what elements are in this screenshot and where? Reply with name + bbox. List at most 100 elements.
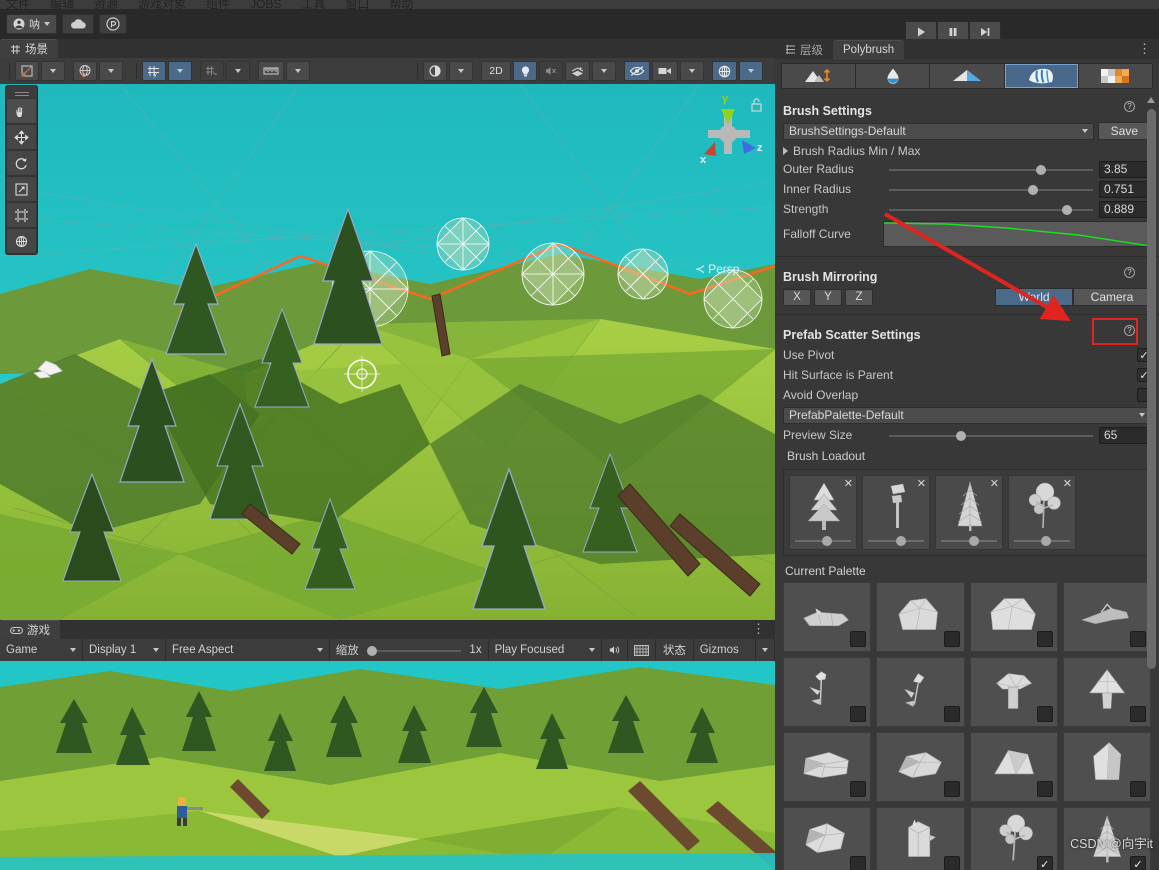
palette-checkbox[interactable] (850, 631, 867, 647)
audio-toggle-button[interactable] (539, 61, 563, 81)
scene-axis-gizmo[interactable]: y z x (690, 92, 770, 192)
camera-settings-button[interactable] (652, 61, 678, 81)
menu-item-gameobject[interactable]: 游戏对象 (138, 0, 186, 9)
remove-icon[interactable]: ✕ (917, 477, 926, 490)
palette-preset-dropdown[interactable]: PrefabPalette-Default (783, 406, 1151, 424)
palette-cell-log[interactable] (783, 582, 872, 652)
mode-prefab-scatter-tab[interactable] (1004, 64, 1079, 88)
loadout-weight-knob[interactable] (969, 536, 979, 546)
fx-dropdown[interactable] (592, 61, 616, 81)
palette-cell-rock-round[interactable] (783, 807, 872, 870)
mode-sculpt-tab[interactable] (782, 64, 857, 88)
grid-snap-button[interactable]: y (142, 61, 166, 81)
palette-cell-stump[interactable] (876, 807, 965, 870)
palette-checkbox[interactable] (943, 856, 960, 870)
inner-radius-field[interactable]: 0.751 (1099, 180, 1151, 198)
play-mode-select[interactable]: Play Focused (487, 639, 603, 661)
palette-checkbox[interactable] (850, 781, 867, 797)
remove-icon[interactable]: ✕ (1063, 477, 1072, 490)
outer-radius-slider[interactable] (889, 161, 1093, 178)
mode-flatten-tab[interactable] (930, 64, 1005, 88)
mute-audio-button[interactable] (602, 639, 629, 661)
falloff-curve-field[interactable] (883, 221, 1151, 247)
snap-increment-button[interactable] (200, 61, 224, 81)
loadout-cell-fir[interactable]: ✕ (935, 475, 1003, 550)
slider-knob[interactable] (1027, 184, 1038, 195)
slider-knob[interactable] (956, 430, 967, 441)
scroll-up-arrow-icon[interactable] (1147, 97, 1155, 103)
preview-size-field[interactable]: 65 (1099, 426, 1151, 444)
loadout-weight-knob[interactable] (1040, 536, 1051, 546)
pivot-mode-button[interactable] (15, 61, 39, 81)
mode-smooth-tab[interactable] (856, 64, 931, 88)
mode-texture-paint-tab[interactable] (1078, 64, 1152, 88)
menu-item-jobs[interactable]: JOBS (250, 0, 281, 9)
services-button[interactable] (99, 14, 127, 34)
loadout-weight-knob[interactable] (821, 536, 832, 546)
menu-item-assets[interactable]: 资源 (94, 0, 118, 9)
gizmos-button[interactable] (712, 61, 737, 81)
camera-dropdown[interactable] (680, 61, 704, 81)
palette-cell-rock-low[interactable] (876, 732, 965, 802)
mirror-space-world-button[interactable]: World (995, 288, 1073, 306)
cloud-button[interactable] (62, 14, 94, 34)
palette-checkbox[interactable] (1130, 706, 1146, 722)
palette-drag-handle[interactable] (6, 86, 37, 98)
transform-tool-button[interactable] (6, 228, 37, 254)
palette-cell-rock-wedge[interactable] (969, 732, 1058, 802)
inner-radius-slider[interactable] (889, 181, 1093, 198)
palette-cell-flower-a[interactable] (783, 657, 872, 727)
palette-cell-rock-slab[interactable] (783, 732, 872, 802)
slider-knob[interactable] (1035, 164, 1046, 175)
strength-slider[interactable] (889, 201, 1093, 218)
palette-checkbox[interactable] (1036, 781, 1053, 797)
mirror-z-button[interactable]: Z (845, 288, 873, 306)
save-button[interactable]: Save (1097, 122, 1151, 140)
gizmos-toggle-button[interactable]: Gizmos (694, 639, 755, 661)
tab-hierarchy[interactable]: 层级 (775, 40, 833, 59)
pivot-mode-dropdown[interactable] (41, 61, 65, 81)
menu-item-edit[interactable]: 编辑 (50, 0, 74, 9)
tab-scene[interactable]: 场景 (0, 39, 58, 58)
palette-cell-boulder-b[interactable] (969, 582, 1058, 652)
slider-knob[interactable] (1062, 204, 1073, 215)
stats-label-button[interactable]: 状态 (656, 639, 694, 661)
handle-space-dropdown[interactable] (99, 61, 123, 81)
panel-kebab-menu[interactable]: ⋮ (1138, 41, 1151, 57)
loadout-cell-pine[interactable]: ✕ (789, 475, 857, 550)
palette-cell-flower-b[interactable] (876, 657, 965, 727)
gizmos-dropdown[interactable] (755, 639, 776, 661)
menu-item-component[interactable]: 组件 (206, 0, 230, 9)
remove-icon[interactable]: ✕ (844, 477, 853, 490)
brush-radius-foldout[interactable]: Brush Radius Min / Max (783, 142, 1151, 160)
display-select[interactable]: Display 1 (83, 639, 166, 661)
palette-cell-mushroom-flat[interactable] (969, 657, 1058, 727)
palette-cell-branch[interactable] (1062, 582, 1151, 652)
loadout-cell-broadleaf[interactable]: ✕ (1008, 475, 1076, 550)
palette-cell-boulder-a[interactable] (876, 582, 965, 652)
palette-checkbox[interactable]: ✓ (1036, 856, 1053, 870)
brush-settings-help-icon[interactable]: ? (1124, 101, 1135, 112)
menu-item-help[interactable]: 帮助 (389, 0, 413, 9)
outer-radius-field[interactable]: 3.85 (1099, 160, 1151, 178)
loadout-cell-stalk[interactable]: ✕ (862, 475, 930, 550)
draw-mode-button[interactable] (423, 61, 447, 81)
menu-item-tools[interactable]: 工具 (301, 0, 325, 9)
game-tab-kebab[interactable]: ⋮ (752, 621, 765, 637)
palette-checkbox[interactable]: ✓ (1130, 856, 1146, 870)
scrollbar-thumb[interactable] (1147, 109, 1156, 669)
mirror-y-button[interactable]: Y (814, 288, 842, 306)
scale-slider[interactable] (366, 642, 462, 659)
draw-mode-dropdown[interactable] (449, 61, 473, 81)
grid-snap-dropdown[interactable] (168, 61, 192, 81)
palette-checkbox[interactable] (1036, 706, 1053, 722)
game-view[interactable] (0, 661, 775, 870)
menu-item-window[interactable]: 窗口 (345, 0, 369, 9)
brush-preset-dropdown[interactable]: BrushSettings-Default (783, 122, 1094, 140)
palette-checkbox[interactable] (1130, 631, 1146, 647)
palette-checkbox[interactable] (943, 631, 960, 647)
handle-space-button[interactable] (73, 61, 97, 81)
aspect-select[interactable]: Free Aspect (166, 639, 330, 661)
mirror-x-button[interactable]: X (783, 288, 811, 306)
ruler-dropdown[interactable] (286, 61, 310, 81)
